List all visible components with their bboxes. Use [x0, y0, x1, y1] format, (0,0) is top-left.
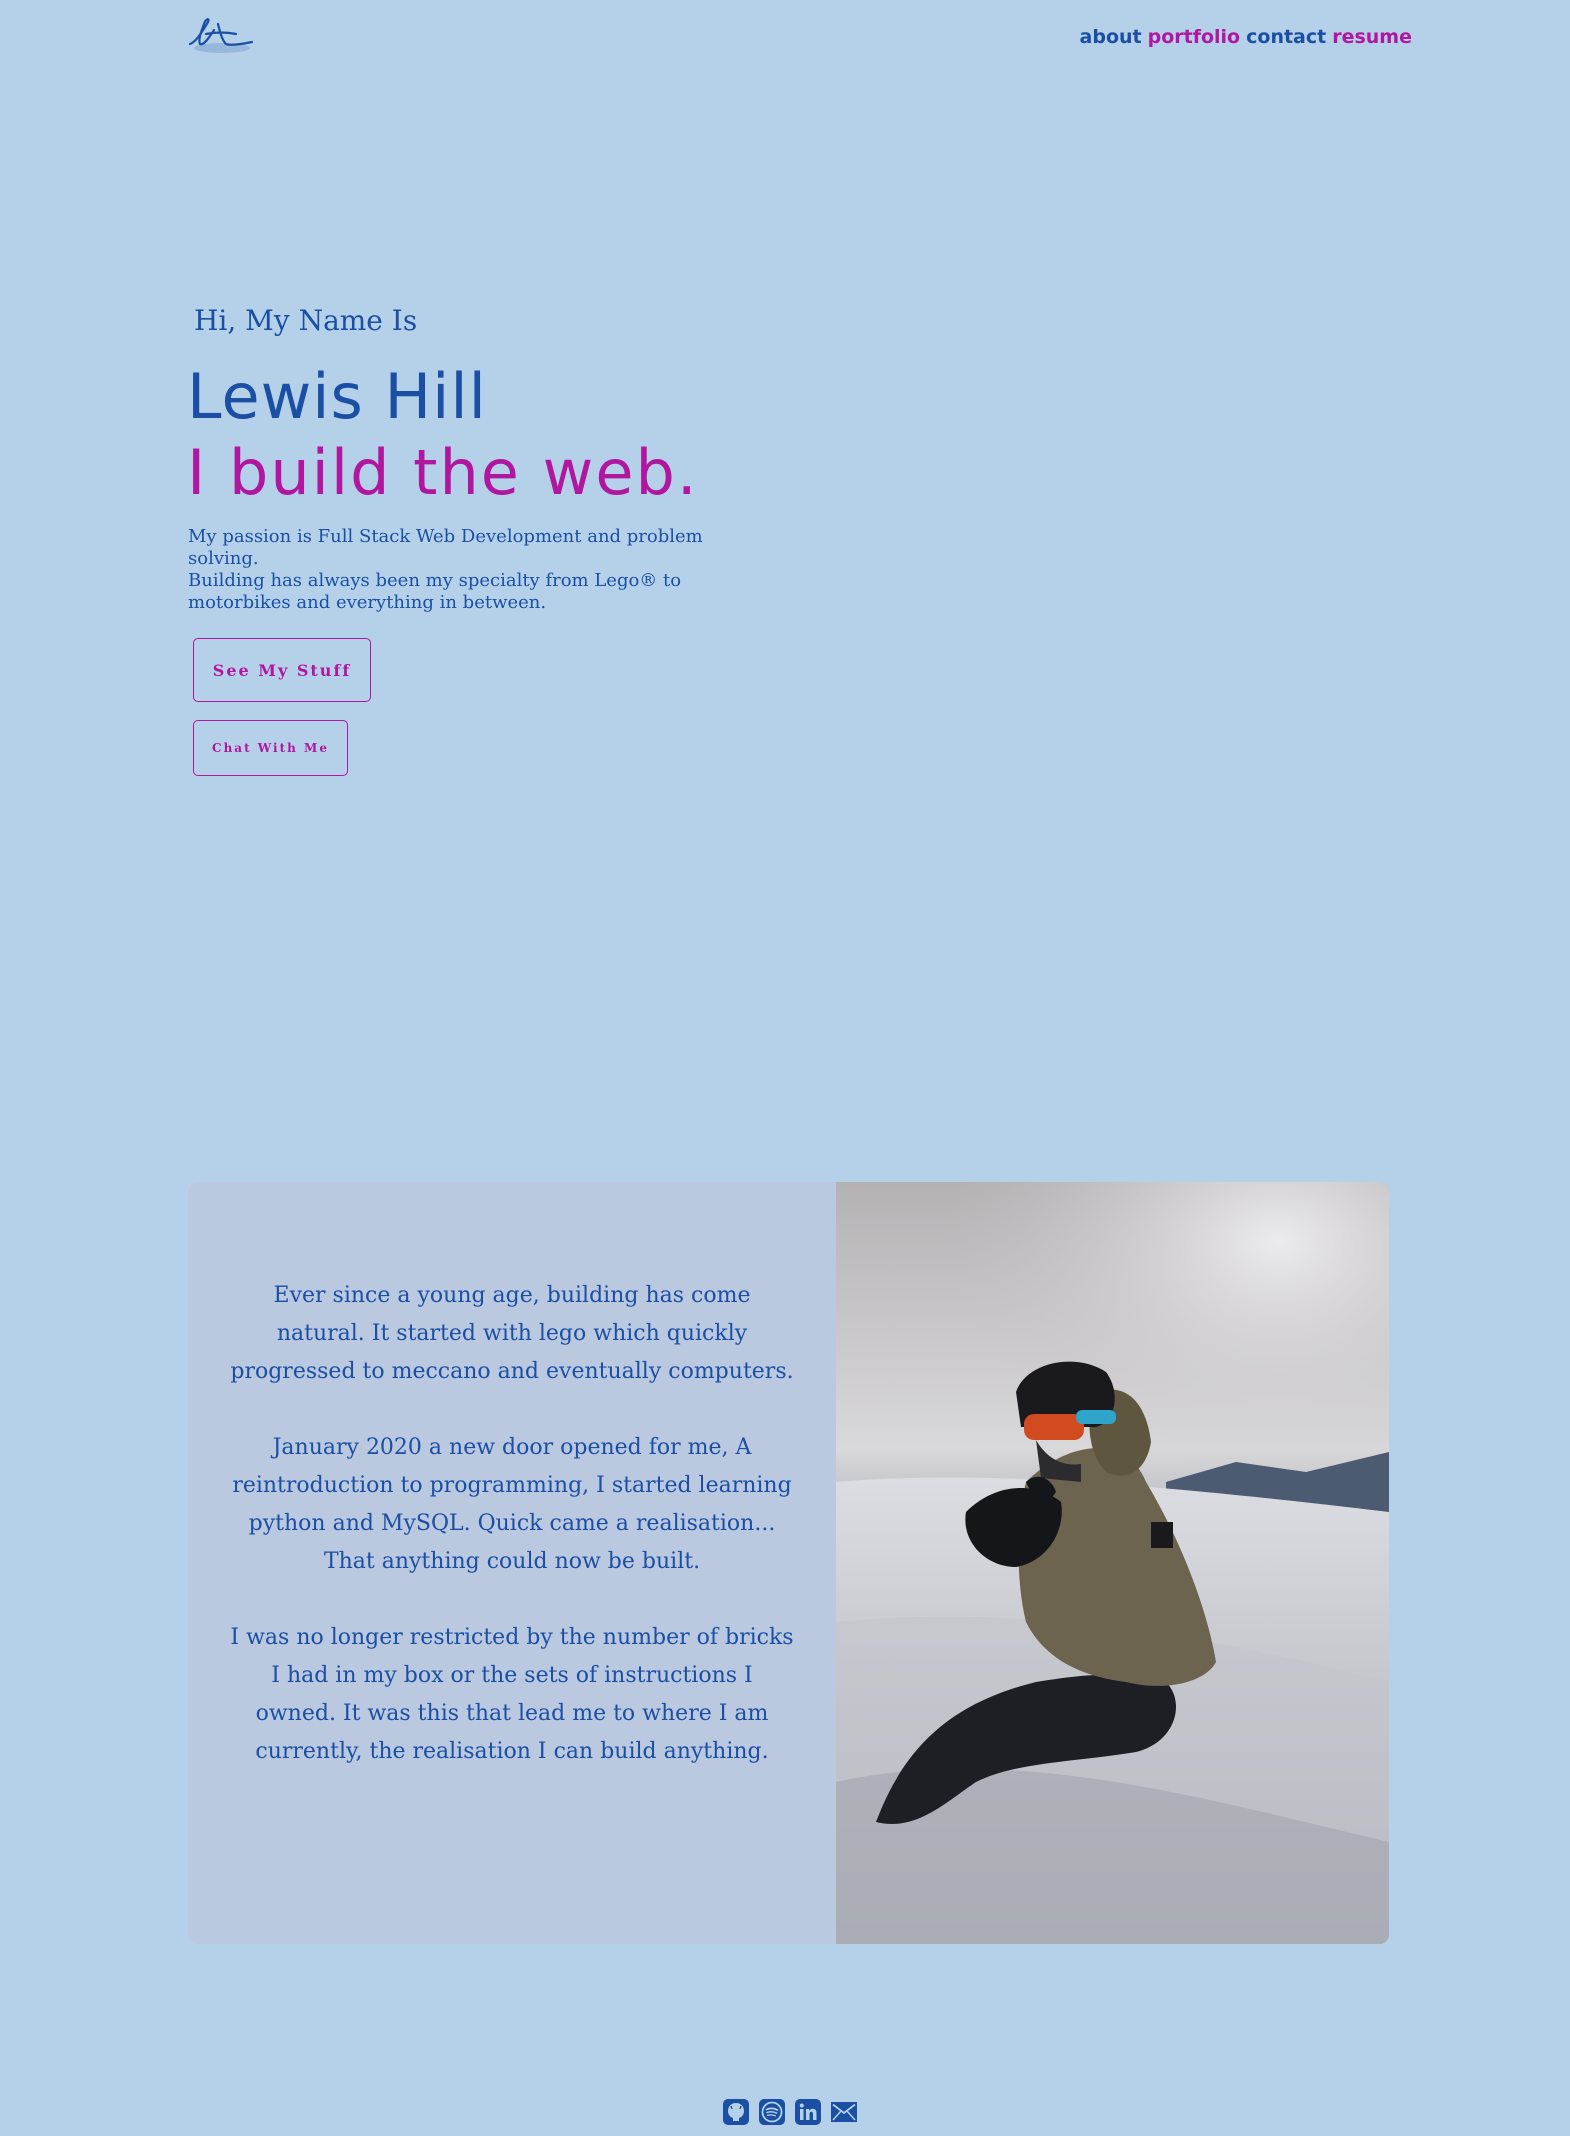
hero-name: Lewis Hill [187, 360, 487, 433]
signature-logo-icon[interactable] [186, 12, 256, 58]
linkedin-icon[interactable] [794, 2098, 822, 2126]
email-icon[interactable] [830, 2098, 858, 2126]
about-text: Ever since a young age, building has com… [188, 1182, 836, 1944]
nav-resume[interactable]: resume [1332, 26, 1412, 48]
about-paragraph-3: I was no longer restricted by the number… [230, 1625, 794, 1764]
see-my-stuff-button[interactable]: See My Stuff [193, 638, 371, 702]
intro-line-1: My passion is Full Stack Web Development… [188, 526, 703, 569]
nav-about[interactable]: about [1080, 26, 1142, 48]
hero-intro: My passion is Full Stack Web Development… [188, 526, 708, 614]
intro-line-2: Building has always been my specialty fr… [188, 570, 682, 613]
about-section: Ever since a young age, building has com… [188, 1182, 1389, 1944]
main-nav: about portfolio contact resume [1080, 26, 1412, 48]
about-paragraph-2: January 2020 a new door opened for me, A… [232, 1435, 792, 1574]
spotify-icon[interactable] [758, 2098, 786, 2126]
about-paragraph-1: Ever since a young age, building has com… [230, 1283, 794, 1384]
nav-portfolio[interactable]: portfolio [1148, 26, 1241, 48]
hero-tagline: I build the web. [187, 436, 699, 509]
nav-contact[interactable]: contact [1246, 26, 1326, 48]
github-icon[interactable] [722, 2098, 750, 2126]
snowboarder-photo [836, 1182, 1389, 1944]
chat-with-me-button[interactable]: Chat With Me [193, 720, 348, 776]
hero-greeting: Hi, My Name Is [194, 304, 418, 337]
social-links [722, 2098, 858, 2126]
